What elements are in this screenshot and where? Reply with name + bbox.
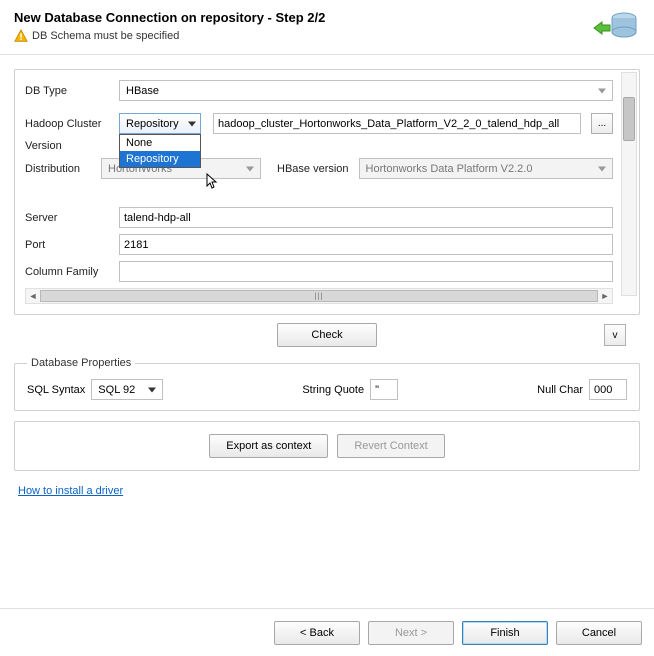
database-properties-panel: Database Properties SQL Syntax SQL 92 St… <box>14 357 640 411</box>
server-label: Server <box>25 212 113 224</box>
scroll-track[interactable]: ||| <box>40 289 598 303</box>
hbase-version-select: Hortonworks Data Platform V2.2.0 <box>359 158 613 179</box>
chevron-down-icon <box>246 166 254 171</box>
port-input[interactable] <box>119 234 613 255</box>
browse-button[interactable]: ... <box>591 113 613 134</box>
null-char-label: Null Char <box>537 384 583 396</box>
warning-icon <box>14 29 28 43</box>
db-props-legend: Database Properties <box>27 357 135 369</box>
database-icon <box>592 10 640 46</box>
scroll-left-arrow[interactable]: ◄ <box>26 291 40 301</box>
string-quote-label: String Quote <box>302 384 364 396</box>
cancel-button[interactable]: Cancel <box>556 621 642 645</box>
connection-settings-panel: DB Type HBase Hadoop Cluster Repository … <box>14 69 640 315</box>
finish-button[interactable]: Finish <box>462 621 548 645</box>
install-driver-link[interactable]: How to install a driver <box>18 485 123 497</box>
export-context-button[interactable]: Export as context <box>209 434 328 458</box>
column-family-input[interactable] <box>119 261 613 282</box>
chevron-down-icon <box>188 121 196 126</box>
hbase-version-label: HBase version <box>277 163 349 175</box>
scroll-right-arrow[interactable]: ► <box>598 291 612 301</box>
server-input[interactable] <box>119 207 613 228</box>
hadoop-cluster-label: Hadoop Cluster <box>25 118 113 130</box>
sql-syntax-select[interactable]: SQL 92 <box>91 379 163 400</box>
hadoop-cluster-value: Repository <box>126 118 179 130</box>
next-button: Next > <box>368 621 454 645</box>
cluster-path-input[interactable] <box>213 113 581 134</box>
warning-row: DB Schema must be specified <box>14 29 592 43</box>
hadoop-cluster-select[interactable]: Repository None Repository <box>119 113 201 134</box>
dropdown-option-none[interactable]: None <box>120 135 200 151</box>
chevron-down-icon <box>598 88 606 93</box>
scroll-thumb[interactable]: ||| <box>40 290 598 302</box>
back-button[interactable]: < Back <box>274 621 360 645</box>
check-button[interactable]: Check <box>277 323 377 347</box>
db-type-label: DB Type <box>25 85 113 97</box>
context-panel: Export as context Revert Context <box>14 421 640 471</box>
wizard-header: New Database Connection on repository - … <box>0 0 654 55</box>
version-label: Version <box>25 140 77 152</box>
sql-syntax-value: SQL 92 <box>98 384 135 396</box>
db-type-select[interactable]: HBase <box>119 80 613 101</box>
hadoop-cluster-dropdown-menu: None Repository <box>119 134 201 168</box>
port-label: Port <box>25 239 113 251</box>
warning-text: DB Schema must be specified <box>32 30 179 42</box>
chevron-down-icon <box>148 387 156 392</box>
horizontal-scrollbar[interactable]: ◄ ||| ► <box>25 288 613 304</box>
dropdown-option-repository[interactable]: Repository <box>120 151 200 167</box>
vertical-scrollbar[interactable] <box>621 72 637 296</box>
string-quote-input[interactable] <box>370 379 398 400</box>
wizard-footer: < Back Next > Finish Cancel <box>0 608 654 656</box>
expand-button[interactable]: v <box>604 324 626 346</box>
page-title: New Database Connection on repository - … <box>14 10 592 25</box>
hbase-version-value: Hortonworks Data Platform V2.2.0 <box>366 163 533 175</box>
column-family-label: Column Family <box>25 266 113 278</box>
sql-syntax-label: SQL Syntax <box>27 384 85 396</box>
null-char-input[interactable] <box>589 379 627 400</box>
chevron-down-icon <box>598 166 606 171</box>
revert-context-button: Revert Context <box>337 434 444 458</box>
db-type-value: HBase <box>126 85 159 97</box>
distribution-label: Distribution <box>25 163 95 175</box>
v-scroll-thumb[interactable] <box>623 97 635 141</box>
